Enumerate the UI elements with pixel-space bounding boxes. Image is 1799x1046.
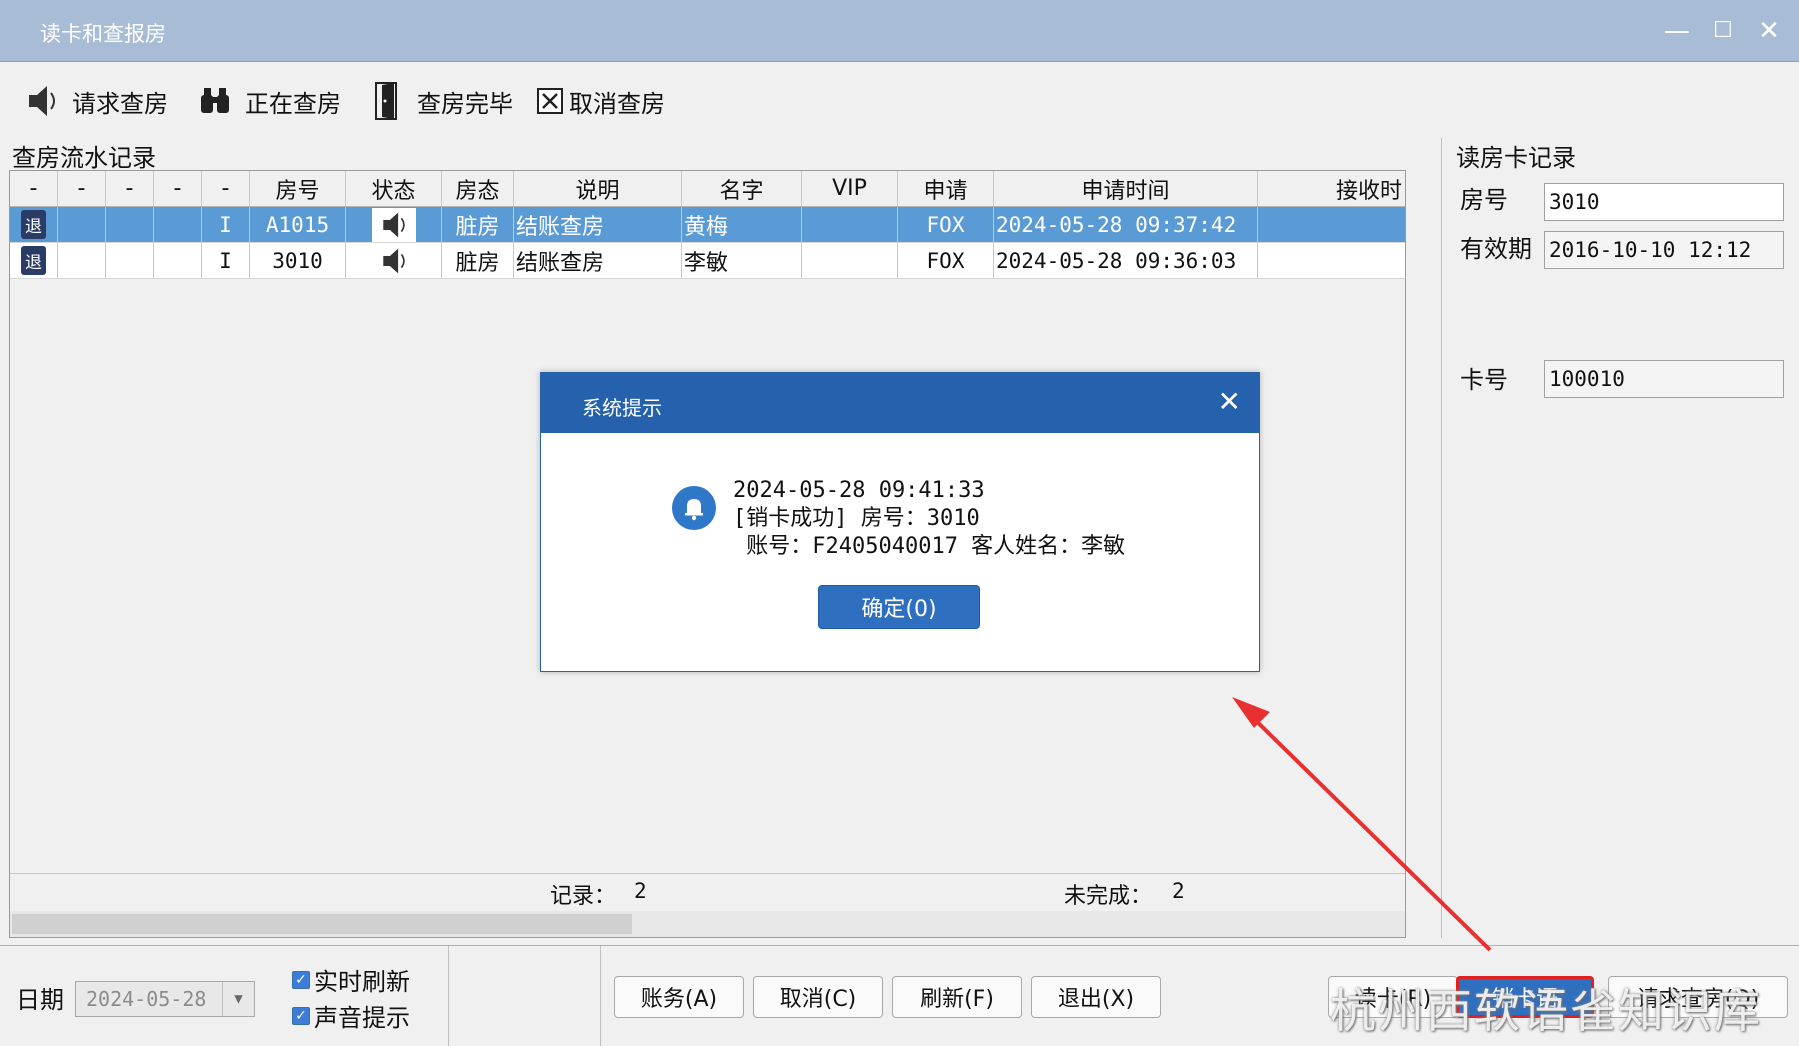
column-header[interactable]: 申请 (898, 171, 994, 206)
receive-time-cell (1258, 207, 1405, 242)
valid-period-field[interactable]: 2016-10-10 12:12 (1544, 231, 1784, 269)
refresh-button[interactable]: 刷新(F) (892, 976, 1022, 1018)
chevron-down-icon[interactable]: ▼ (222, 982, 254, 1016)
card-number-field[interactable]: 100010 (1544, 360, 1784, 398)
watermark: 杭州西软语雀知识库 (1330, 984, 1762, 1038)
accounts-button[interactable]: 账务(A) (614, 976, 744, 1018)
description-cell: 结账查房 (514, 207, 682, 242)
realtime-refresh-checkbox[interactable]: ✓ 实时刷新 (292, 962, 410, 997)
table-row[interactable]: 退 I 3010 脏房 结账查房 李敏 FOX 2024-05-28 09:36… (10, 243, 1405, 279)
card-panel-title: 读房卡记录 (1456, 144, 1576, 172)
room-cell: A1015 (250, 207, 346, 242)
receive-time-cell (1258, 243, 1405, 278)
room-state-cell: 脏房 (442, 207, 514, 242)
checking-toolbar-button[interactable]: 正在查房 (193, 77, 341, 125)
speaker-icon (20, 79, 64, 123)
column-header[interactable]: VIP (802, 171, 898, 206)
column-header[interactable]: 说明 (514, 171, 682, 206)
cancel-box-icon (535, 79, 565, 123)
close-window-button[interactable]: ✕ (1752, 14, 1786, 48)
records-count: 2 (634, 879, 647, 903)
flag-cell: I (202, 207, 250, 242)
flag-cell: I (202, 243, 250, 278)
column-header[interactable]: - (106, 171, 154, 206)
column-header[interactable]: 房态 (442, 171, 514, 206)
check-done-toolbar-button[interactable]: 查房完毕 (365, 77, 513, 125)
vip-cell (802, 207, 898, 242)
scrollbar-thumb[interactable] (12, 914, 632, 934)
time-cell: 2024-05-28 09:36:03 (994, 243, 1258, 278)
toolbar: 请求查房 正在查房 查房完毕 取消查房 (0, 63, 1799, 138)
horizontal-scrollbar[interactable] (10, 911, 1405, 937)
name-cell: 李敏 (682, 243, 802, 278)
room-field[interactable]: 3010 (1544, 183, 1784, 221)
message-line: 2024-05-28 09:41:33 (733, 478, 985, 503)
valid-period-label: 有效期 (1460, 235, 1532, 263)
check-records-title: 查房流水记录 (12, 144, 156, 172)
speaker-icon (346, 243, 442, 278)
speaker-icon (346, 207, 442, 242)
applicant-cell: FOX (898, 207, 994, 242)
records-label: 记录： (550, 884, 617, 909)
date-value: 2024-05-28 (86, 987, 207, 1011)
request-check-toolbar-button[interactable]: 请求查房 (20, 77, 168, 125)
bell-icon (672, 486, 716, 530)
dialog-header: 系统提示 ✕ (541, 373, 1259, 433)
column-header[interactable]: 房号 (250, 171, 346, 206)
maximize-button[interactable]: ☐ (1706, 14, 1740, 48)
column-header[interactable]: - (58, 171, 106, 206)
exit-button[interactable]: 退出(X) (1031, 976, 1161, 1018)
date-label: 日期 (16, 986, 64, 1014)
checkbox-checked-icon: ✓ (292, 970, 310, 989)
title-bar: 读卡和查报房 — ☐ ✕ (0, 0, 1799, 62)
status-badge: 退 (21, 210, 46, 239)
status-badge: 退 (21, 246, 46, 275)
card-record-panel: 读房卡记录 房号 3010 有效期 2016-10-10 12:12 卡号 10… (1441, 138, 1799, 938)
pending-count: 2 (1172, 879, 1185, 903)
minimize-button[interactable]: — (1660, 14, 1694, 48)
column-header[interactable]: 名字 (682, 171, 802, 206)
column-header[interactable]: - (154, 171, 202, 206)
table-footer: 记录： 2 未完成： 2 (10, 873, 1405, 909)
dialog-title: 系统提示 (582, 396, 662, 420)
description-cell: 结账查房 (514, 243, 682, 278)
cancel-check-toolbar-button[interactable]: 取消查房 (535, 77, 665, 125)
column-header[interactable]: 接收时 (1258, 171, 1405, 206)
checkbox-checked-icon: ✓ (292, 1006, 310, 1025)
message-line: 账号：F2405040017 客人姓名：李敏 (733, 534, 1126, 559)
column-header[interactable]: - (202, 171, 250, 206)
room-state-cell: 脏房 (442, 243, 514, 278)
system-prompt-dialog: 系统提示 ✕ 2024-05-28 09:41:33 [销卡成功] 房号：301… (540, 372, 1260, 672)
card-number-label: 卡号 (1460, 366, 1508, 394)
table-header: - - - - - 房号 状态 房态 说明 名字 VIP 申请 申请时间 接收时 (10, 171, 1405, 207)
column-header[interactable]: 状态 (346, 171, 442, 206)
sound-prompt-checkbox[interactable]: ✓ 声音提示 (292, 998, 410, 1033)
column-header[interactable]: - (10, 171, 58, 206)
cancel-button[interactable]: 取消(C) (753, 976, 883, 1018)
applicant-cell: FOX (898, 243, 994, 278)
message-line: [销卡成功] 房号：3010 (733, 506, 980, 531)
close-icon[interactable]: ✕ (1218, 385, 1241, 418)
room-label: 房号 (1460, 186, 1508, 214)
pending-label: 未完成： (1064, 884, 1153, 909)
binoculars-icon (193, 79, 237, 123)
name-cell: 黄梅 (682, 207, 802, 242)
window-title: 读卡和查报房 (40, 22, 166, 46)
ok-button[interactable]: 确定(0) (818, 585, 980, 629)
time-cell: 2024-05-28 09:37:42 (994, 207, 1258, 242)
door-icon (365, 79, 409, 123)
column-header[interactable]: 申请时间 (994, 171, 1258, 206)
dialog-message: 2024-05-28 09:41:33 [销卡成功] 房号：3010 账号：F2… (733, 477, 1125, 561)
date-picker[interactable]: 2024-05-28 ▼ (75, 981, 255, 1017)
table-row[interactable]: 退 I A1015 脏房 结账查房 黄梅 FOX 2024-05-28 09:3… (10, 207, 1405, 243)
room-cell: 3010 (250, 243, 346, 278)
vip-cell (802, 243, 898, 278)
